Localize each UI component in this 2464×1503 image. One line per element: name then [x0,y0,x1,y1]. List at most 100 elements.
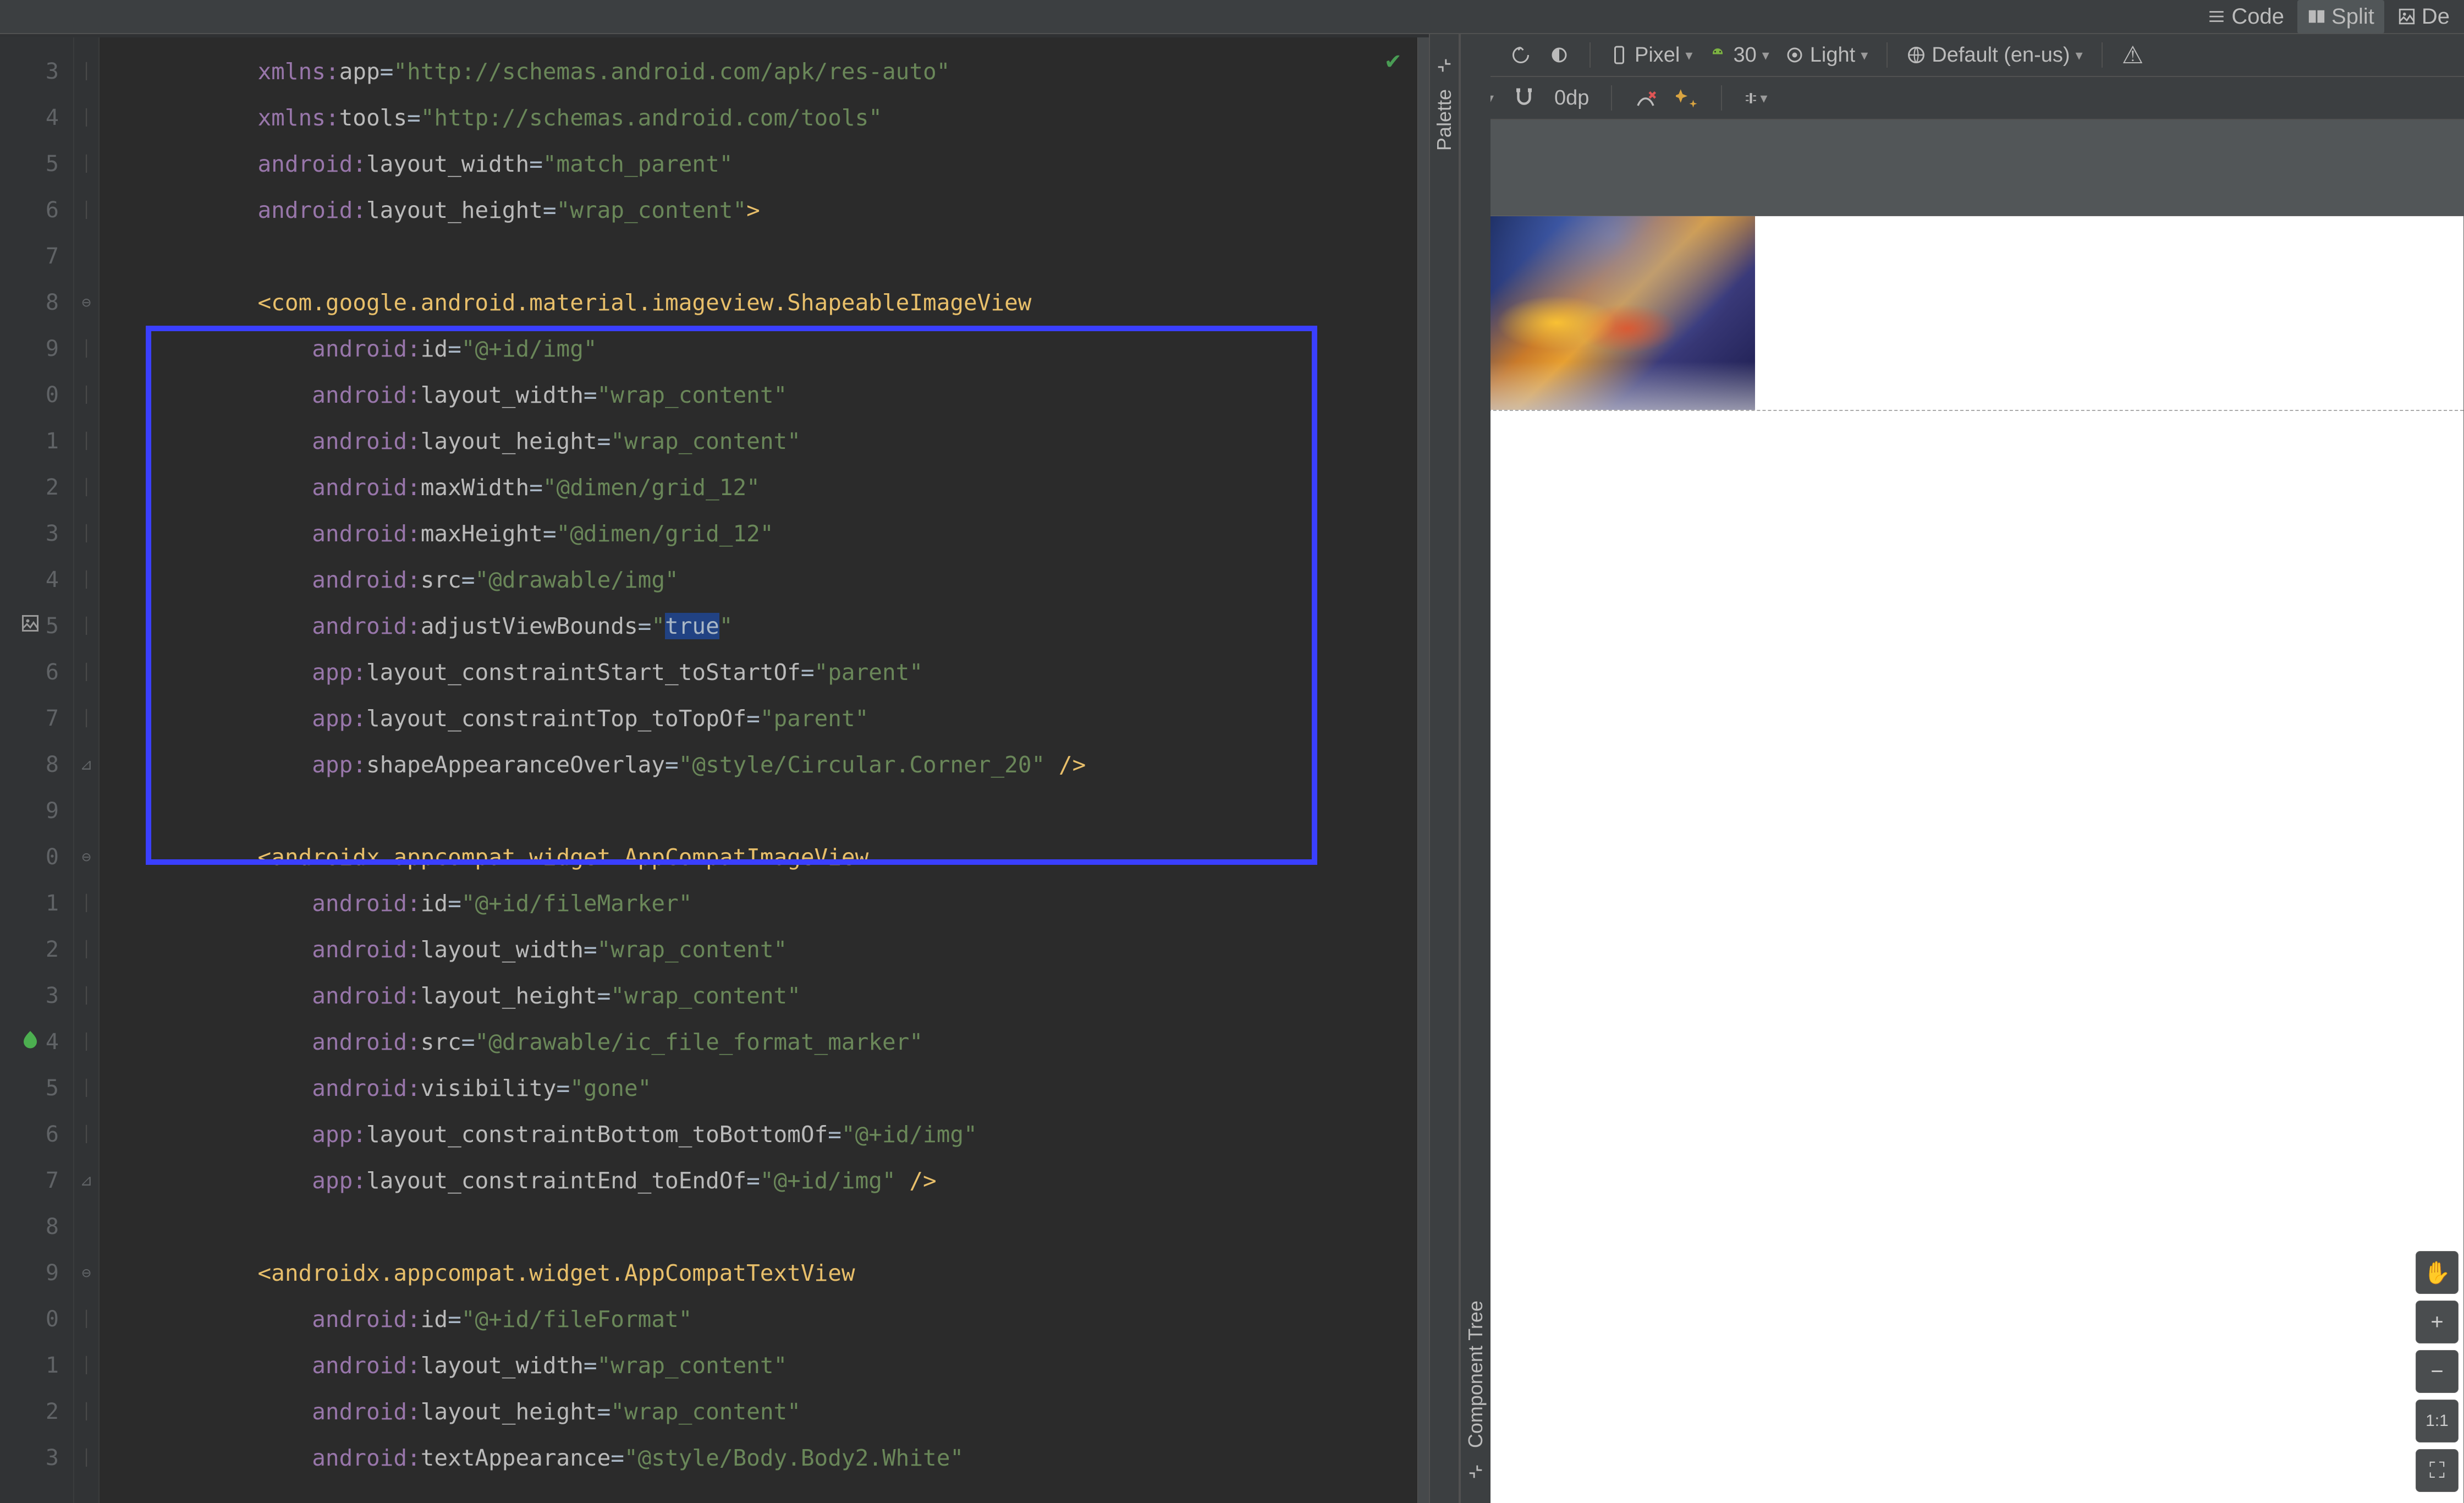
zoom-in-button[interactable]: + [2416,1301,2458,1343]
fold-marker[interactable] [74,788,98,834]
android-icon [1708,45,1728,65]
code-line[interactable]: app:layout_constraintBottom_toBottomOf="… [149,1111,1429,1158]
device-frame[interactable] [1471,216,2464,1503]
fold-marker[interactable]: │ [74,1435,98,1481]
code-line[interactable] [149,1204,1429,1250]
code-line[interactable]: android:layout_height="wrap_content" [149,418,1429,464]
code-line[interactable]: android:layout_width="match_parent" [149,141,1429,187]
code-line[interactable]: xmlns:app="http://schemas.android.com/ap… [149,48,1429,95]
code-line[interactable]: android:layout_height="wrap_content"> [149,187,1429,233]
fold-marker[interactable] [74,1204,98,1250]
list-icon [2207,7,2226,26]
warning-icon[interactable]: ⚠ [2121,43,2144,67]
fold-marker[interactable]: │ [74,695,98,742]
code-line[interactable]: android:maxHeight="@dimen/grid_12" [149,511,1429,557]
zoom-reset-button[interactable]: 1:1 [2416,1400,2458,1442]
code-line[interactable]: xmlns:tools="http://schemas.android.com/… [149,95,1429,141]
fold-marker[interactable]: │ [74,603,98,649]
tab-split[interactable]: Split [2297,0,2384,34]
code-line[interactable]: android:layout_height="wrap_content" [149,973,1429,1019]
night-mode-icon[interactable] [1548,43,1571,67]
fold-marker[interactable]: │ [74,1065,98,1111]
fold-marker[interactable]: │ [74,1342,98,1389]
palette-sidebar-tab[interactable]: Palette [1429,34,1460,1503]
line-number: 7 [0,233,73,279]
code-line[interactable]: android:id="@+id/img" [149,326,1429,372]
zoom-fit-button[interactable]: ⛶ [2416,1449,2458,1492]
code-line[interactable]: android:visibility="gone" [149,1065,1429,1111]
tab-design-label: De [2422,4,2450,29]
api-label: 30 [1733,43,1756,67]
code-line[interactable]: android:id="@+id/fileFormat" [149,1296,1429,1342]
fold-marker[interactable]: │ [74,1296,98,1342]
clear-constraints-icon[interactable] [1634,86,1657,109]
fold-marker[interactable]: ⊖ [74,834,98,880]
code-line[interactable]: android:adjustViewBounds="true" [149,603,1429,649]
api-dropdown[interactable]: 30 ▾ [1708,43,1769,67]
line-number: 2 [0,926,73,973]
fold-marker[interactable]: │ [74,1111,98,1158]
fold-marker[interactable]: │ [74,95,98,141]
fold-marker[interactable]: ⊿ [74,1158,98,1204]
fold-marker[interactable]: │ [74,926,98,973]
separator [2102,42,2103,68]
fold-marker[interactable]: │ [74,464,98,511]
fold-marker[interactable]: │ [74,187,98,233]
theme-dropdown[interactable]: Light ▾ [1785,43,1868,67]
code-line[interactable]: <com.google.android.material.imageview.S… [149,279,1429,326]
fold-marker[interactable]: ⊖ [74,279,98,326]
fold-marker[interactable]: │ [74,511,98,557]
code-line[interactable]: android:maxWidth="@dimen/grid_12" [149,464,1429,511]
fold-marker[interactable]: │ [74,557,98,603]
fold-marker[interactable]: ⊿ [74,742,98,788]
fold-marker[interactable]: ⊖ [74,1250,98,1296]
separator [1721,85,1722,111]
infer-constraints-icon[interactable] [1676,86,1699,109]
device-dropdown[interactable]: Pixel ▾ [1609,43,1692,67]
orientation-icon[interactable] [1509,43,1532,67]
code-line[interactable]: android:id="@+id/fileMarker" [149,880,1429,926]
fold-marker[interactable]: │ [74,880,98,926]
tab-code[interactable]: Code [2197,0,2294,34]
zoom-out-button[interactable]: − [2416,1350,2458,1393]
design-surface[interactable]: ✋ + − 1:1 ⛶ [1460,120,2464,1503]
code-line[interactable]: android:layout_width="wrap_content" [149,372,1429,418]
fold-marker[interactable]: │ [74,418,98,464]
code-line[interactable]: app:shapeAppearanceOverlay="@style/Circu… [149,742,1429,788]
device-label: Pixel [1635,43,1680,67]
code-line[interactable]: <androidx.appcompat.widget.AppCompatImag… [149,834,1429,880]
default-margin-field[interactable]: 0dp [1554,86,1589,110]
code-area[interactable]: xmlns:app="http://schemas.android.com/ap… [100,37,1429,1503]
fold-marker[interactable]: │ [74,1019,98,1065]
code-line[interactable]: android:layout_width="wrap_content" [149,1342,1429,1389]
fold-marker[interactable]: │ [74,649,98,695]
fold-marker[interactable]: │ [74,326,98,372]
code-line[interactable]: android:textAppearance="@style/Body.Body… [149,1435,1429,1481]
preview-image[interactable] [1471,216,1755,410]
fold-marker[interactable] [74,233,98,279]
code-line[interactable]: android:layout_height="wrap_content" [149,1389,1429,1435]
code-line[interactable] [149,788,1429,834]
code-line[interactable]: <androidx.appcompat.widget.AppCompatText… [149,1250,1429,1296]
tab-design[interactable]: De [2388,0,2460,34]
fold-marker[interactable]: │ [74,141,98,187]
code-line[interactable]: android:src="@drawable/ic_file_format_ma… [149,1019,1429,1065]
code-editor[interactable]: ✔ 3456789012345678901234567890123 ││││⊖│… [0,34,1429,1503]
code-line[interactable]: app:layout_constraintStart_toStartOf="pa… [149,649,1429,695]
code-line[interactable] [149,233,1429,279]
guidelines-icon[interactable]: ▾ [1744,86,1767,109]
code-line[interactable]: app:layout_constraintTop_toTopOf="parent… [149,695,1429,742]
pan-button[interactable]: ✋ [2416,1251,2458,1294]
fold-marker[interactable]: │ [74,1389,98,1435]
code-line[interactable]: android:src="@drawable/img" [149,557,1429,603]
code-line[interactable]: app:layout_constraintEnd_toEndOf="@+id/i… [149,1158,1429,1204]
line-number: 5 [0,1065,73,1111]
fold-marker[interactable]: │ [74,48,98,95]
magnet-icon[interactable] [1513,86,1536,109]
fold-marker[interactable]: │ [74,372,98,418]
line-number-gutter: 3456789012345678901234567890123 [0,37,74,1503]
locale-dropdown[interactable]: Default (en-us) ▾ [1906,43,2082,67]
code-line[interactable]: android:layout_width="wrap_content" [149,926,1429,973]
fold-marker[interactable]: │ [74,973,98,1019]
component-tree-sidebar-tab[interactable]: Component Tree [1460,34,1491,1503]
